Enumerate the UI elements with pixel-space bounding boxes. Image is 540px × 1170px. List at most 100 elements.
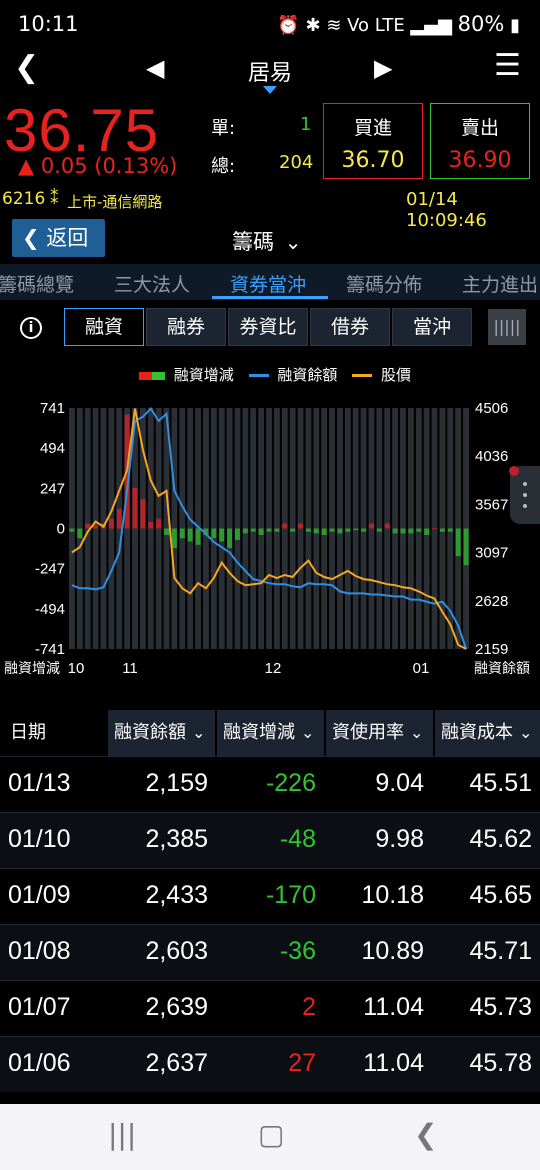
subtab-margin[interactable]: 融資 — [64, 308, 144, 346]
chart-bar-change — [447, 528, 453, 532]
legend-price: 股價 — [380, 366, 411, 384]
chart-bar-change — [384, 523, 390, 529]
sell-price-box[interactable]: 賣出 36.90 — [430, 103, 530, 179]
cell-date: 01/08 — [8, 937, 71, 965]
table-row[interactable]: 01/09 2,433 -170 10.18 45.65 — [0, 868, 540, 924]
stock-name[interactable]: 居易 — [0, 55, 540, 87]
battery-icon: ▮ — [510, 15, 520, 36]
legend-change: 融資增減 — [173, 366, 234, 384]
info-icon[interactable]: i — [20, 317, 42, 339]
chart-bar-change — [195, 528, 201, 545]
chart-bar-change — [93, 525, 99, 529]
cell-change: -226 — [265, 769, 316, 797]
handle-dot — [523, 482, 527, 486]
menu-icon[interactable]: ☰ — [494, 48, 521, 83]
chart-bar-change — [235, 528, 240, 540]
chart-bar-change — [329, 528, 335, 532]
col-usage[interactable]: 資使用率 ⌄ — [324, 710, 433, 756]
table-row[interactable]: 01/13 2,159 -226 9.04 45.51 — [0, 756, 540, 812]
sub-tabs: i 融資 融券 券資比 借券 當沖 ||||| — [0, 300, 540, 354]
col-cost-label: 融資成本 — [441, 722, 513, 743]
chart-bar-change — [179, 528, 185, 539]
table-row[interactable]: 01/06 2,637 27 11.04 45.78 — [0, 1036, 540, 1092]
cell-date: 01/13 — [8, 769, 71, 797]
buy-price: 36.70 — [341, 148, 405, 173]
chevron-down-icon: ⌄ — [519, 723, 533, 742]
single-volume-label: 單: — [211, 118, 236, 139]
chart-bar-change — [298, 523, 303, 529]
chevron-down-icon: ⌄ — [410, 723, 424, 742]
col-date: 日期 — [10, 722, 46, 743]
left-axis-tick: -247 — [35, 561, 65, 578]
status-icons: ⏰ ✱ ≋ Vo LTE ▂▄▆ 80% ▮ — [277, 12, 520, 36]
tab-chip-overview[interactable]: 籌碼總覽 — [0, 270, 74, 297]
waveform-icon[interactable]: ||||| — [488, 309, 526, 345]
subtab-daytrade[interactable]: 當沖 — [392, 308, 472, 346]
col-balance-label: 融資餘額 — [114, 722, 186, 743]
legend-swatch-up — [139, 371, 153, 380]
cell-change: 27 — [288, 1049, 316, 1077]
tab-main-force[interactable]: 主力進出 — [462, 270, 538, 297]
col-change[interactable]: 融資增減 ⌄ — [215, 710, 324, 756]
buy-price-box[interactable]: 買進 36.70 — [323, 103, 423, 179]
subtab-short[interactable]: 融券 — [146, 308, 226, 346]
table-row[interactable]: 01/10 2,385 -48 9.98 45.62 — [0, 812, 540, 868]
chevron-down-icon: ⌄ — [301, 723, 315, 742]
cell-balance: 2,433 — [145, 881, 208, 909]
chart-bar-change — [132, 487, 138, 529]
tab-margin-daytrade[interactable]: 資券當沖 — [230, 270, 306, 297]
cell-cost: 45.71 — [469, 937, 532, 965]
margin-chart[interactable]: 741 494 247 0 -247 -494 -741 4506 4036 3567 3097 26… — [0, 392, 540, 682]
chart-bar-change — [69, 528, 75, 532]
cell-date: 01/06 — [8, 1049, 71, 1077]
left-axis-tick: 494 — [40, 440, 65, 457]
cell-date: 01/10 — [8, 825, 71, 853]
status-icon-row: ⏰ ✱ ≋ Vo LTE ▂▄▆ — [277, 15, 458, 36]
left-axis-tick: -741 — [35, 641, 65, 658]
cell-balance: 2,603 — [145, 937, 208, 965]
cell-balance: 2,639 — [145, 993, 208, 1021]
cell-usage: 11.04 — [363, 1049, 424, 1077]
tab-institutional[interactable]: 三大法人 — [114, 270, 190, 297]
subtab-short-margin-ratio[interactable]: 券資比 — [228, 308, 308, 346]
left-axis-tick: 247 — [40, 480, 65, 497]
status-time: 10:11 — [18, 12, 79, 36]
next-stock-icon[interactable]: ▶ — [374, 54, 392, 82]
single-volume-value: 1 — [300, 114, 312, 135]
chart-bar-change — [266, 528, 272, 532]
col-usage-label: 資使用率 — [332, 722, 404, 743]
chart-bar-change — [400, 528, 406, 534]
right-axis-tick: 4036 — [475, 448, 508, 465]
chart-bar-change — [211, 528, 217, 539]
chart-bar-change — [416, 528, 422, 532]
back-icon[interactable]: ❮ — [414, 1118, 437, 1151]
section-selector[interactable]: 籌碼 ⌄ — [232, 226, 301, 256]
handle-dot — [523, 493, 527, 497]
tab-chip-distribution[interactable]: 籌碼分佈 — [346, 270, 422, 297]
cell-change: -36 — [279, 937, 316, 965]
cell-cost: 45.51 — [469, 769, 532, 797]
table-row[interactable]: 01/07 2,639 2 11.04 45.73 — [0, 980, 540, 1036]
x-axis-tick: 10 — [68, 660, 85, 677]
recent-apps-icon[interactable]: ||| — [108, 1118, 136, 1151]
price-change: ▲ 0.05 (0.13%) — [18, 154, 178, 178]
cell-change: 2 — [302, 993, 316, 1021]
back-button[interactable]: ❮ 返回 — [12, 219, 105, 257]
chart-bar-change — [345, 528, 351, 532]
chart-bar-change — [108, 518, 114, 529]
table-row[interactable]: 01/08 2,603 -36 10.89 45.71 — [0, 924, 540, 980]
col-cost[interactable]: 融資成本 ⌄ — [433, 710, 540, 756]
chart-bar-change — [187, 528, 193, 542]
chart-bar-change — [439, 528, 445, 532]
notification-dot — [509, 466, 519, 476]
chart-bar-change — [321, 528, 327, 536]
home-icon[interactable]: ▢ — [258, 1118, 284, 1151]
subtab-borrow[interactable]: 借券 — [310, 308, 390, 346]
chart-bar-change — [432, 528, 437, 530]
chart-bar-change — [282, 523, 288, 529]
x-axis-tick: 12 — [265, 660, 282, 677]
active-tab-indicator — [212, 296, 328, 299]
cell-cost: 45.62 — [469, 825, 532, 853]
chevron-down-icon: ⌄ — [284, 230, 302, 254]
col-balance[interactable]: 融資餘額 ⌄ — [106, 710, 215, 756]
